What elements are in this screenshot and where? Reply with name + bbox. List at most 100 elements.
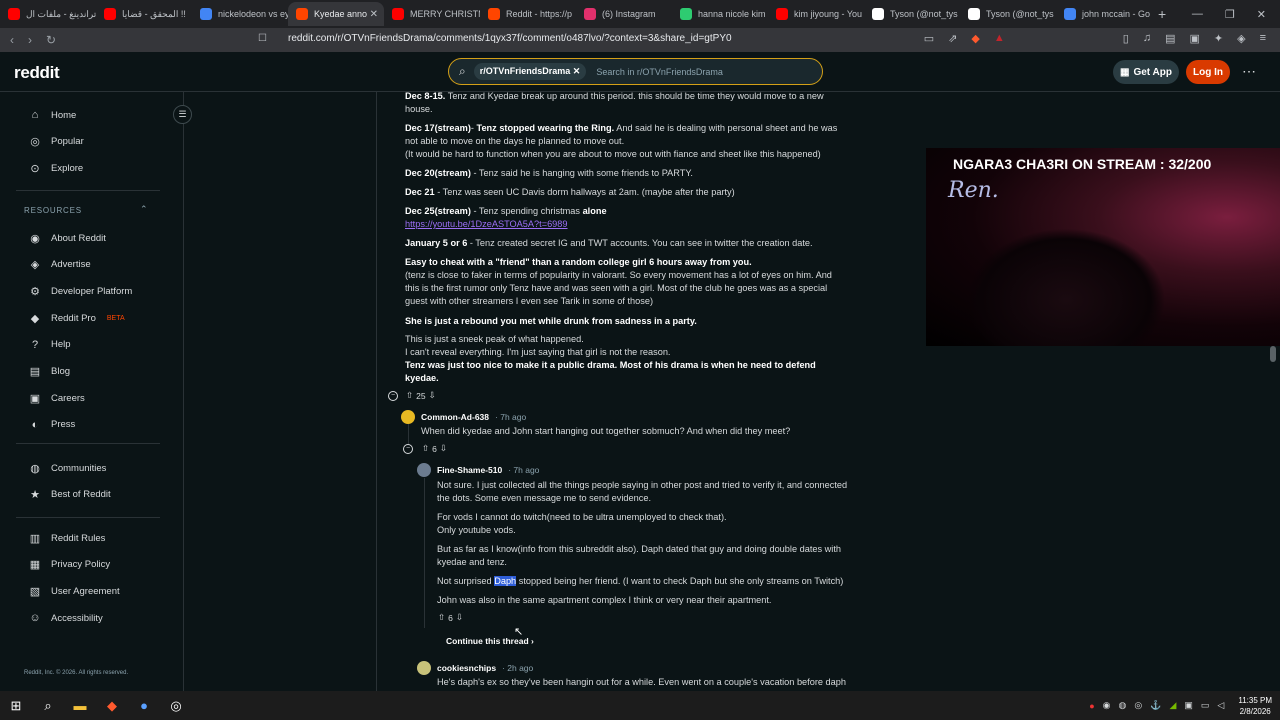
- browser-tab[interactable]: Reddit - https://p: [480, 2, 576, 26]
- upvote-icon[interactable]: ⇧: [406, 390, 413, 401]
- search-bar[interactable]: ⌕ r/OTVnFriendsDrama ✕ Search in r/OTVnF…: [448, 58, 823, 85]
- new-tab-button[interactable]: +: [1158, 6, 1166, 22]
- sidebar-item-reddit-pro[interactable]: ◆ Reddit Pro BETA: [28, 311, 125, 325]
- downvote-icon[interactable]: ⇩: [429, 390, 436, 401]
- avatar[interactable]: [401, 410, 415, 424]
- avatar[interactable]: [417, 661, 431, 675]
- file-explorer-icon[interactable]: ▬: [64, 691, 96, 720]
- cast-icon[interactable]: ▭: [924, 32, 934, 45]
- url-field[interactable]: reddit.com/r/OTVnFriendsDrama/comments/1…: [288, 33, 732, 44]
- clock[interactable]: 11:35 PM 2/8/2026: [1238, 695, 1272, 717]
- chip-close-icon[interactable]: ✕: [573, 66, 581, 76]
- browser-tab[interactable]: kim jiyoung - You: [768, 2, 864, 26]
- browser-tab[interactable]: hanna nicole kim: [672, 2, 768, 26]
- windows-start-icon[interactable]: ⊞: [0, 691, 32, 720]
- sidebar-item-label: Reddit Rules: [51, 532, 106, 544]
- share-icon[interactable]: ⇗: [948, 32, 957, 45]
- media-icon[interactable]: ♫: [1143, 32, 1151, 45]
- brave-browser-icon[interactable]: ◆: [96, 691, 128, 720]
- downvote-icon[interactable]: ⇩: [456, 612, 463, 623]
- network-icon[interactable]: ▭: [1201, 700, 1210, 711]
- restore-icon[interactable]: ❐: [1225, 8, 1235, 21]
- reader-icon[interactable]: ▤: [1165, 32, 1175, 45]
- obs-icon[interactable]: ◎: [160, 691, 192, 720]
- search-icon[interactable]: ⌕: [32, 691, 64, 720]
- leo-icon[interactable]: ✦: [1214, 32, 1223, 45]
- bookmark-icon[interactable]: ☐: [258, 33, 267, 44]
- close-window-icon[interactable]: ✕: [1257, 8, 1266, 21]
- sidebar-item-best-of-reddit[interactable]: ★ Best of Reddit: [28, 488, 111, 502]
- collapse-thread-button[interactable]: −: [403, 444, 413, 454]
- developer-icon: ⚙: [30, 285, 40, 298]
- minimize-icon[interactable]: —: [1192, 8, 1203, 20]
- tab-label: Kyedae anno: [314, 9, 368, 19]
- tray-app-icon[interactable]: ◎: [1134, 700, 1142, 711]
- reddit-logo[interactable]: reddit: [14, 63, 60, 83]
- scrollbar-thumb[interactable]: [1270, 346, 1276, 362]
- browser-tab[interactable]: john mccain - Go: [1056, 2, 1152, 26]
- tray-app-icon[interactable]: ⚓: [1150, 700, 1161, 711]
- browser-tab[interactable]: Tyson (@not_tys: [960, 2, 1056, 26]
- search-input[interactable]: Search in r/OTVnFriendsDrama: [596, 67, 723, 77]
- resources-heading[interactable]: RESOURCES: [24, 206, 82, 215]
- browser-tab[interactable]: MERRY CHRISTM: [384, 2, 480, 26]
- vpn-icon[interactable]: ◈: [1237, 32, 1245, 45]
- login-button[interactable]: Log In: [1186, 60, 1230, 84]
- username[interactable]: Common-Ad-638: [421, 412, 489, 422]
- browser-tab[interactable]: nickelodeon vs ey: [192, 2, 288, 26]
- subreddit-chip[interactable]: r/OTVnFriendsDrama ✕: [473, 63, 587, 80]
- downvote-icon[interactable]: ⇩: [440, 443, 447, 454]
- username[interactable]: cookiesnchips: [437, 663, 496, 673]
- upvote-icon[interactable]: ⇧: [422, 443, 429, 454]
- sidebar-item-popular[interactable]: ◎ Popular: [28, 135, 84, 149]
- sidebar-item-advertise[interactable]: ◈ Advertise: [28, 258, 91, 272]
- username[interactable]: Fine-Shame-510: [437, 465, 502, 475]
- sidebar-item-careers[interactable]: ▣ Careers: [28, 391, 85, 405]
- browser-tab[interactable]: Kyedae anno ✕: [288, 2, 384, 26]
- sidebar-item-communities[interactable]: ◍ Communities: [28, 461, 106, 475]
- sidebar-item-about-reddit[interactable]: ◉ About Reddit: [28, 231, 106, 245]
- sidebar-item-accessibility[interactable]: ☺ Accessibility: [28, 611, 102, 625]
- browser-tab[interactable]: المحقق - قضايا !!: [96, 2, 192, 26]
- rewards-icon[interactable]: ▲: [994, 32, 1005, 45]
- sidebar-item-user-agreement[interactable]: ▧ User Agreement: [28, 584, 120, 598]
- sidebar-item-home[interactable]: ⌂ Home: [28, 108, 77, 122]
- upvote-icon[interactable]: ⇧: [438, 612, 445, 623]
- sidebar-item-blog[interactable]: ▤ Blog: [28, 365, 70, 379]
- sidebar-item-developer-platform[interactable]: ⚙ Developer Platform: [28, 284, 132, 298]
- avatar[interactable]: [417, 463, 431, 477]
- close-tab-icon[interactable]: ✕: [370, 9, 378, 20]
- divider: [16, 443, 160, 444]
- forward-icon[interactable]: ›: [28, 33, 32, 47]
- nvidia-icon[interactable]: ◢: [1169, 700, 1176, 711]
- brave-shield-icon[interactable]: ◆: [971, 32, 979, 45]
- comment-author: Fine-Shame-510 · 7h ago: [417, 463, 539, 477]
- back-icon[interactable]: ‹: [10, 33, 14, 47]
- wallet-icon[interactable]: ▣: [1189, 32, 1199, 45]
- sidebar-item-privacy-policy[interactable]: ▦ Privacy Policy: [28, 558, 110, 572]
- divider: [16, 517, 160, 518]
- browser-tab[interactable]: تراندينغ - ملفات ال: [0, 2, 96, 26]
- collapse-sidebar-button[interactable]: ☰: [173, 105, 192, 124]
- browser-tab[interactable]: Tyson (@not_tys: [864, 2, 960, 26]
- sidebar-item-help[interactable]: ? Help: [28, 338, 71, 352]
- sidebar-item-press[interactable]: ◐ Press: [28, 418, 76, 432]
- sidebar-toggle-icon[interactable]: ▯: [1123, 32, 1129, 45]
- reload-icon[interactable]: ↻: [46, 33, 56, 47]
- streamer-silhouette: [966, 228, 1166, 346]
- volume-icon[interactable]: ◁: [1217, 700, 1224, 711]
- sidebar-item-explore[interactable]: ⊙ Explore: [28, 161, 83, 175]
- tray-app-icon[interactable]: ●: [1089, 701, 1094, 711]
- chevron-up-icon[interactable]: ⌃: [140, 204, 148, 215]
- discord-icon[interactable]: ◉: [1103, 700, 1111, 711]
- youtube-link[interactable]: https://youtu.be/1DzeASTOA5A?t=6989: [405, 219, 568, 229]
- more-options-icon[interactable]: ⋯: [1242, 63, 1256, 80]
- sidebar-item-reddit-rules[interactable]: ▥ Reddit Rules: [28, 531, 106, 545]
- collapse-thread-button[interactable]: −: [388, 391, 398, 401]
- get-app-button[interactable]: ▦ Get App: [1113, 60, 1179, 84]
- tray-app-icon[interactable]: ▣: [1184, 700, 1193, 711]
- menu-icon[interactable]: ≡: [1260, 32, 1266, 45]
- browser-tab[interactable]: (6) Instagram: [576, 2, 672, 26]
- steam-icon[interactable]: ◍: [1119, 700, 1127, 711]
- app-icon[interactable]: ●: [128, 691, 160, 720]
